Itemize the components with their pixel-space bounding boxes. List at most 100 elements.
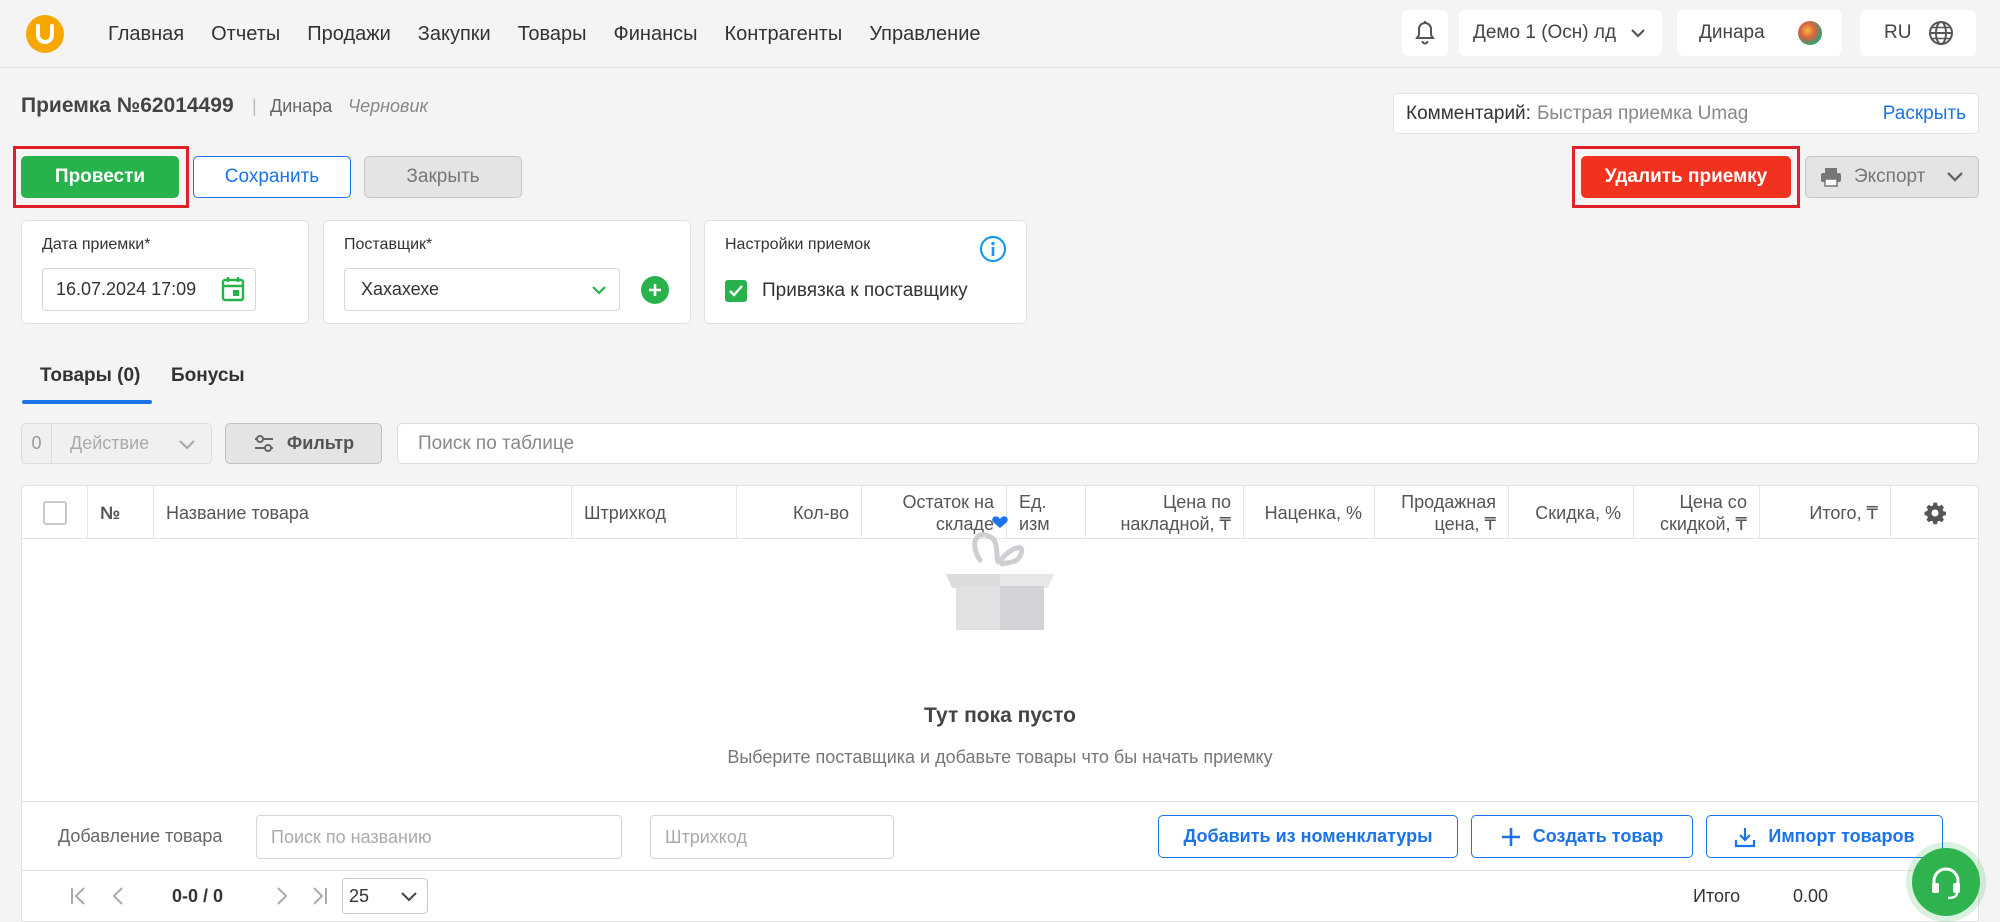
column-stock-line1: Остаток на bbox=[902, 491, 994, 512]
table-search-input[interactable]: Поиск по таблице bbox=[397, 423, 1979, 464]
comment-expand-link[interactable]: Раскрыть bbox=[1883, 103, 1966, 125]
store-selector[interactable]: Демо 1 (Осн) лд bbox=[1459, 10, 1662, 56]
add-from-catalog-button[interactable]: Добавить из номенклатуры bbox=[1158, 815, 1458, 858]
document-status: Черновик bbox=[348, 96, 428, 116]
filter-button[interactable]: Фильтр bbox=[225, 423, 382, 464]
create-product-label: Создать товар bbox=[1532, 826, 1664, 846]
chevron-down-icon bbox=[592, 286, 606, 295]
nav-item-finance[interactable]: Финансы bbox=[614, 23, 698, 46]
column-sale-line2: цена, ₸ bbox=[1434, 513, 1496, 534]
column-quantity[interactable]: Кол-во bbox=[737, 486, 862, 539]
products-table: № Название товара Штрихкод Кол-во Остато… bbox=[21, 485, 1979, 922]
page-size-value: 25 bbox=[349, 885, 370, 906]
support-chat-button[interactable] bbox=[1912, 848, 1980, 916]
column-discounted-price[interactable]: Цена со скидкой, ₸ bbox=[1634, 486, 1760, 539]
import-products-button[interactable]: Импорт товаров bbox=[1706, 815, 1943, 858]
selected-count: 0 bbox=[22, 424, 52, 463]
column-invoice-line1: Цена по bbox=[1162, 491, 1231, 512]
receipt-date-label: Дата приемки* bbox=[42, 236, 151, 253]
delete-receipt-button[interactable]: Удалить приемку bbox=[1581, 156, 1791, 198]
tab-products[interactable]: Товары (0) bbox=[40, 365, 140, 387]
column-sale-price[interactable]: Продажная цена, ₸ bbox=[1375, 486, 1509, 539]
product-name-search-input[interactable]: Поиск по названию bbox=[256, 815, 622, 859]
top-navigation-bar: Главная Отчеты Продажи Закупки Товары Фи… bbox=[0, 0, 2000, 68]
close-button[interactable]: Закрыть bbox=[364, 156, 522, 198]
supplier-card: Поставщик* Хахахехе bbox=[323, 220, 691, 324]
tab-bonuses[interactable]: Бонусы bbox=[171, 365, 245, 387]
filter-sliders-icon bbox=[254, 434, 273, 452]
filter-label: Фильтр bbox=[286, 433, 355, 453]
empty-box-icon bbox=[946, 516, 1054, 630]
umag-logo-icon[interactable] bbox=[26, 15, 64, 53]
bulk-action-label: Действие bbox=[70, 433, 150, 453]
column-invoice-price[interactable]: Цена по накладной, ₸ bbox=[1086, 486, 1244, 539]
receipt-date-input[interactable]: 16.07.2024 17:09 bbox=[42, 268, 256, 311]
receipt-settings-card: Настройки приемок Привязка к поставщику bbox=[704, 220, 1027, 324]
table-settings-cell bbox=[1891, 486, 1979, 539]
receipt-settings-label: Настройки приемок bbox=[725, 236, 871, 253]
add-product-row: Добавление товара Поиск по названию Штри… bbox=[22, 801, 1978, 871]
document-author: Динара bbox=[270, 96, 333, 116]
supplier-select[interactable]: Хахахехе bbox=[344, 268, 620, 311]
nav-item-home[interactable]: Главная bbox=[108, 23, 184, 46]
nav-item-management[interactable]: Управление bbox=[869, 23, 980, 46]
nav-item-sales[interactable]: Продажи bbox=[307, 23, 391, 46]
gear-icon[interactable] bbox=[1923, 501, 1947, 525]
user-menu[interactable]: Динара bbox=[1677, 10, 1842, 56]
add-supplier-button[interactable] bbox=[641, 276, 669, 304]
bind-supplier-label: Привязка к поставщику bbox=[762, 280, 968, 301]
user-name: Динара bbox=[1699, 22, 1765, 43]
post-button[interactable]: Провести bbox=[21, 156, 179, 198]
page-title: Приемка №62014499 bbox=[21, 94, 234, 117]
save-button[interactable]: Сохранить bbox=[193, 156, 351, 198]
add-product-label: Добавление товара bbox=[58, 826, 223, 846]
avatar bbox=[1798, 21, 1822, 45]
comment-field[interactable]: Комментарий: Быстрая приемка Umag Раскры… bbox=[1393, 93, 1979, 134]
column-disc-line1: Цена со bbox=[1679, 491, 1748, 512]
import-products-label: Импорт товаров bbox=[1768, 826, 1915, 846]
printer-icon bbox=[1821, 168, 1841, 187]
page-size-select[interactable]: 25 bbox=[342, 878, 428, 914]
plus-icon bbox=[649, 284, 661, 296]
chevron-down-icon bbox=[1947, 172, 1963, 182]
nav-item-counterparties[interactable]: Контрагенты bbox=[725, 23, 843, 46]
pagination: 0-0 / 0 25 Итого 0.00 bbox=[22, 871, 1978, 922]
nav-item-reports[interactable]: Отчеты bbox=[211, 23, 280, 46]
select-all-checkbox[interactable] bbox=[42, 500, 67, 525]
chevron-down-icon bbox=[401, 892, 417, 902]
column-invoice-line2: накладной, ₸ bbox=[1120, 513, 1231, 534]
column-total[interactable]: Итого, ₸ bbox=[1760, 486, 1891, 539]
column-sale-line1: Продажная bbox=[1401, 491, 1496, 512]
bind-supplier-checkbox[interactable] bbox=[725, 280, 747, 302]
supplier-label: Поставщик* bbox=[344, 236, 433, 253]
prev-page-icon[interactable] bbox=[108, 885, 130, 907]
last-page-icon[interactable] bbox=[308, 885, 330, 907]
plus-icon bbox=[1501, 827, 1520, 846]
create-product-button[interactable]: Создать товар bbox=[1471, 815, 1693, 858]
main-menu: Главная Отчеты Продажи Закупки Товары Фи… bbox=[108, 0, 1008, 68]
comment-value: Быстрая приемка Umag bbox=[1536, 102, 1749, 124]
nav-item-products[interactable]: Товары bbox=[518, 23, 587, 46]
first-page-icon[interactable] bbox=[68, 885, 90, 907]
info-icon[interactable] bbox=[979, 235, 1007, 263]
next-page-icon[interactable] bbox=[270, 885, 292, 907]
column-product-name[interactable]: Название товара bbox=[154, 486, 572, 539]
column-number[interactable]: № bbox=[88, 486, 154, 539]
checkmark-icon bbox=[729, 285, 743, 297]
empty-state-subtitle: Выберите поставщика и добавьте товары чт… bbox=[727, 747, 1273, 767]
export-button[interactable]: Экспорт bbox=[1805, 156, 1979, 198]
language-selector[interactable]: RU bbox=[1860, 10, 1976, 56]
calendar-icon[interactable] bbox=[221, 276, 245, 302]
nav-item-purchases[interactable]: Закупки bbox=[418, 23, 491, 46]
column-disc-line2: скидкой, ₸ bbox=[1659, 513, 1747, 534]
download-icon bbox=[1735, 827, 1756, 847]
title-separator: | bbox=[252, 96, 257, 116]
grand-total-value: 0.00 bbox=[1793, 886, 1829, 906]
column-markup[interactable]: Наценка, % bbox=[1244, 486, 1375, 539]
bulk-action-select[interactable]: 0 Действие bbox=[21, 423, 212, 464]
barcode-input[interactable]: Штрихкод bbox=[650, 815, 894, 859]
notifications-button[interactable] bbox=[1402, 10, 1448, 56]
column-discount[interactable]: Скидка, % bbox=[1509, 486, 1634, 539]
active-tab-indicator bbox=[22, 400, 152, 404]
column-barcode[interactable]: Штрихкод bbox=[572, 486, 737, 539]
